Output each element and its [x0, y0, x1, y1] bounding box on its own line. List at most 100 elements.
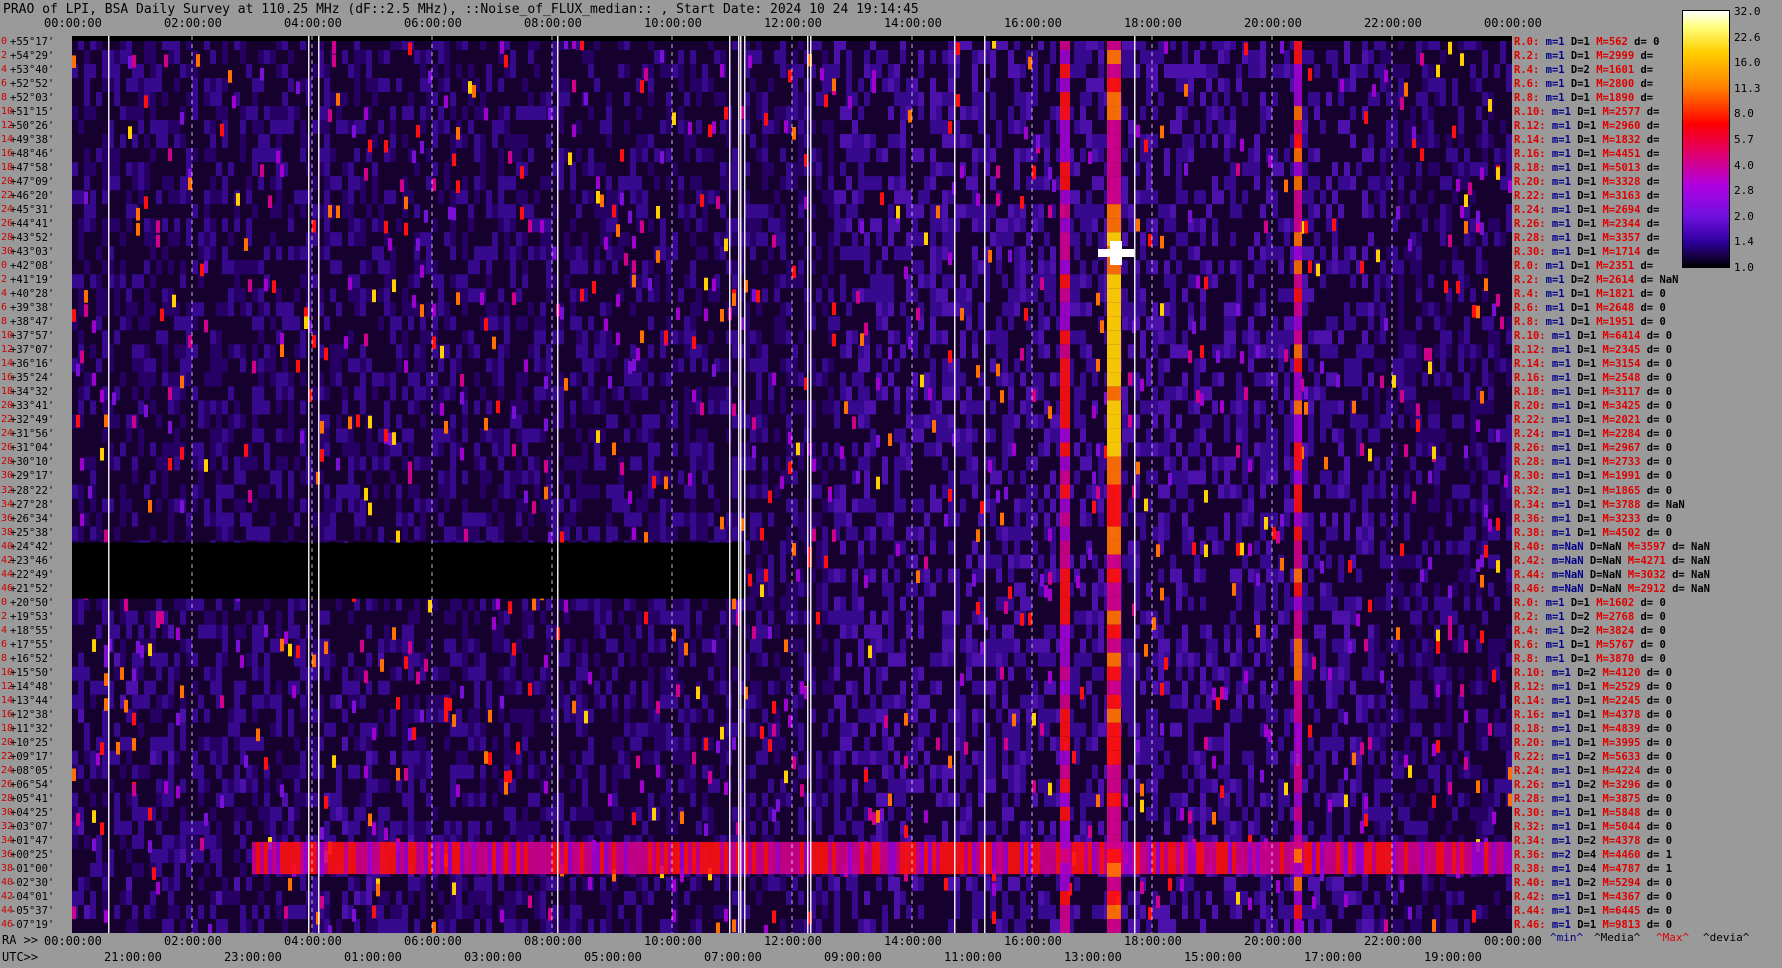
- declination-label: +24°42': [10, 540, 55, 553]
- ra-tick-label: 06:00:00: [404, 934, 462, 948]
- declination-label: +28°22': [10, 484, 55, 497]
- declination-label: +25°38': [10, 526, 55, 539]
- stat-row: R.38: m=1 D=4 M=4787 d= 1: [1514, 862, 1673, 875]
- declination-label: +54°29': [10, 50, 55, 63]
- row-index-label: 38: [1, 526, 14, 538]
- stat-row: R.30: m=1 D=1 M=1714 d=: [1514, 246, 1660, 259]
- top-tick-label: 00:00:00: [44, 16, 102, 30]
- stat-row: R.28: m=1 D=1 M=3875 d= 0: [1514, 792, 1673, 805]
- row-index-label: 30: [1, 806, 14, 818]
- declination-label: +53°40': [10, 64, 55, 77]
- ra-tick-label: 18:00:00: [1124, 934, 1182, 948]
- colorbar-tick-label: 1.0: [1734, 261, 1754, 274]
- top-tick-label: 16:00:00: [1004, 16, 1062, 30]
- stat-row: R.6: m=1 D=1 M=2648 d= 0: [1514, 302, 1666, 315]
- utc-tick-label: 21:00:00: [104, 950, 162, 964]
- stat-row: R.12: m=1 D=1 M=2960 d=: [1514, 120, 1660, 133]
- utc-tick-label: 13:00:00: [1064, 950, 1122, 964]
- row-index-label: 6: [1, 78, 8, 90]
- interference-line: [984, 36, 986, 933]
- declination-label: +34°32': [10, 386, 55, 399]
- stat-row: R.12: m=1 D=1 M=2345 d= 0: [1514, 344, 1673, 357]
- declination-label: +45°31': [10, 204, 55, 217]
- declination-label: +35°24': [10, 372, 55, 385]
- declination-label: +39°38': [10, 302, 55, 315]
- top-tick-label: 10:00:00: [644, 16, 702, 30]
- ra-tick-label: 04:00:00: [284, 934, 342, 948]
- top-tick-label: 22:00:00: [1364, 16, 1422, 30]
- ra-tick-label: 00:00:00: [44, 934, 102, 948]
- declination-label: +08°05': [10, 764, 55, 777]
- declination-label: +10°25': [10, 736, 55, 749]
- declination-label: +26°34': [10, 512, 55, 525]
- row-index-label: 46: [1, 582, 14, 594]
- row-index-label: 26: [1, 442, 14, 454]
- stat-row: R.8: m=1 D=1 M=3870 d= 0: [1514, 652, 1666, 665]
- declination-label: +37°57': [10, 330, 55, 343]
- declination-label: +43°03': [10, 246, 55, 259]
- declination-label: +11°32': [10, 722, 55, 735]
- row-index-label: 26: [1, 778, 14, 790]
- ra-prefix: RA >>: [2, 933, 39, 947]
- row-index-label: 4: [1, 64, 8, 76]
- stat-row: R.26: m=1 D=1 M=2344 d=: [1514, 218, 1660, 231]
- declination-label: +00°25': [10, 848, 55, 861]
- row-index-label: 30: [1, 470, 14, 482]
- utc-tick-label: 03:00:00: [464, 950, 522, 964]
- declination-label: +41°19': [10, 274, 55, 287]
- stat-row: R.20: m=1 D=1 M=3425 d= 0: [1514, 400, 1673, 413]
- colorbar-tick-label: 16.0: [1734, 56, 1761, 70]
- row-index-label: 12: [1, 120, 14, 132]
- row-index-label: 2: [1, 610, 8, 622]
- stat-row: R.2: m=1 D=1 M=2999 d=: [1514, 50, 1654, 63]
- top-tick-label: 20:00:00: [1244, 16, 1302, 30]
- stat-row: R.6: m=1 D=1 M=2800 d=: [1514, 78, 1654, 91]
- declination-label: +22°49': [10, 568, 55, 581]
- stat-row: R.46: m=NaN D=NaN M=2912 d= NaN: [1514, 582, 1711, 595]
- interference-line: [954, 36, 956, 933]
- row-index-label: 14: [1, 134, 14, 146]
- stat-row: R.18: m=1 D=1 M=5013 d=: [1514, 162, 1660, 175]
- declination-label: +12°38': [10, 708, 55, 721]
- declination-label: +04°25': [10, 806, 55, 819]
- row-index-label: 34: [1, 834, 14, 846]
- heatmap-plot: [72, 36, 1512, 933]
- row-index-label: 0: [1, 260, 8, 272]
- stat-row: R.28: m=1 D=1 M=3357 d=: [1514, 232, 1660, 245]
- stat-row: R.20: m=1 D=1 M=3328 d=: [1514, 176, 1660, 189]
- data-gap: [72, 542, 744, 599]
- ra-tick-label: 08:00:00: [524, 934, 582, 948]
- row-index-label: 20: [1, 736, 14, 748]
- stat-row: R.8: m=1 D=1 M=1890 d=: [1514, 92, 1654, 105]
- row-index-label: 14: [1, 358, 14, 370]
- row-index-label: 12: [1, 680, 14, 692]
- row-index-label: 0: [1, 596, 8, 608]
- row-index-label: 10: [1, 330, 14, 342]
- top-tick-label: 18:00:00: [1124, 16, 1182, 30]
- bright-source: [1098, 249, 1134, 257]
- row-index-label: 2: [1, 274, 8, 286]
- stat-row: R.24: m=1 D=1 M=2694 d=: [1514, 204, 1660, 217]
- interference-line: [108, 36, 110, 933]
- declination-label: +38°47': [10, 316, 55, 329]
- colorbar-tick-label: 11.3: [1734, 81, 1761, 95]
- utc-tick-label: 11:00:00: [944, 950, 1002, 964]
- top-tick-label: 08:00:00: [524, 16, 582, 30]
- row-index-label: 6: [1, 302, 8, 314]
- declination-label: +16°52': [10, 652, 55, 665]
- top-tick-label: 04:00:00: [284, 16, 342, 30]
- declination-label: +09°17': [10, 750, 55, 763]
- row-index-label: 44: [1, 568, 14, 580]
- stat-row: R.40: m=1 D=2 M=5294 d= 0: [1514, 876, 1673, 889]
- survey-chart: PRAO of LPI, BSA Daily Survey at 110.25 …: [0, 0, 1782, 968]
- row-index-label: 22: [1, 190, 14, 202]
- row-index-label: 4: [1, 288, 8, 300]
- stat-row: R.38: m=1 D=1 M=4502 d= 0: [1514, 526, 1673, 539]
- stat-row: R.42: m=NaN D=NaN M=4271 d= NaN: [1514, 554, 1711, 567]
- row-index-label: 16: [1, 708, 14, 720]
- colorbar: [1682, 10, 1730, 268]
- declination-label: -01°00': [10, 862, 55, 875]
- stat-row: R.4: m=1 D=2 M=1601 d=: [1514, 64, 1654, 77]
- stat-row: R.22: m=1 D=2 M=5633 d= 0: [1514, 750, 1673, 763]
- row-index-label: 40: [1, 540, 14, 552]
